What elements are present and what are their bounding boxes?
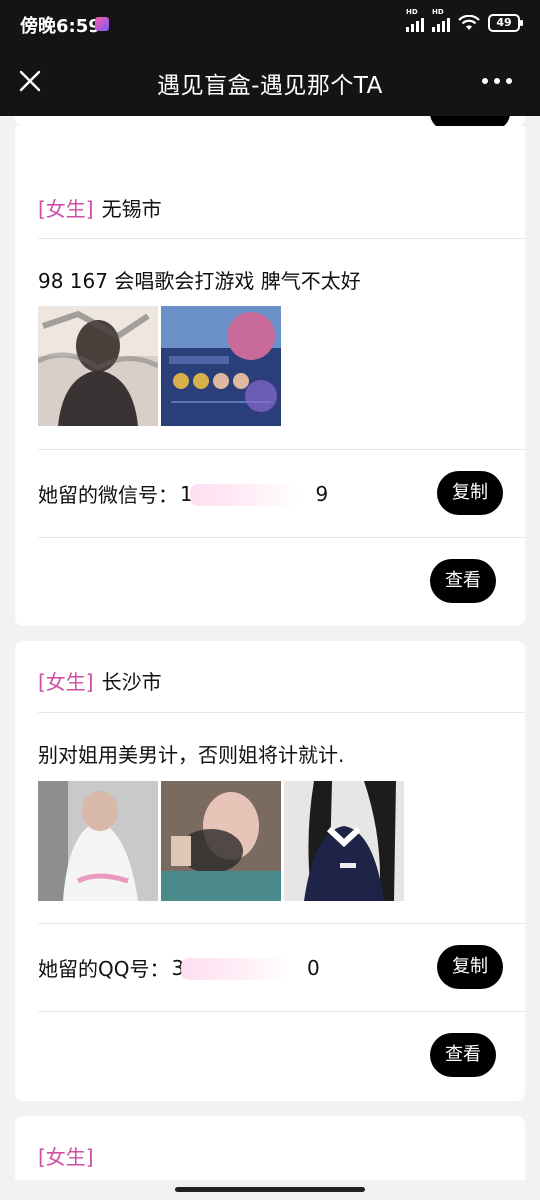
contact-id-masked: 3 0 (171, 955, 320, 980)
divider (38, 537, 525, 538)
card-description: 别对姐用美男计，否则姐将计就计. (38, 743, 345, 767)
photo-thumbnail[interactable] (38, 781, 158, 901)
contact-info: 她留的微信号： 1 9 (38, 479, 328, 508)
divider (38, 1011, 525, 1012)
card-location: [女生] (38, 1141, 94, 1170)
divider (38, 238, 525, 239)
redaction-mask (190, 483, 300, 506)
city-label: 无锡市 (101, 197, 162, 221)
contact-label: 她留的QQ号： (38, 957, 170, 981)
photo-thumbnail[interactable] (161, 306, 281, 426)
profile-card: [女生] 长沙市 别对姐用美男计，否则姐将计就计. 她留的QQ号： 3 0 复制… (15, 641, 525, 1101)
contact-label: 她留的微信号： (38, 483, 178, 507)
contact-visible-end: 9 (315, 481, 329, 506)
wifi-icon (458, 15, 480, 30)
card-location: [女生] 无锡市 (38, 193, 162, 222)
card-description: 98 167 会唱歌会打游戏 脾气不太好 (38, 269, 361, 293)
redaction-mask (181, 957, 292, 980)
home-indicator[interactable] (175, 1187, 365, 1192)
contact-info: 她留的QQ号： 3 0 (38, 953, 320, 982)
contact-id-masked: 1 9 (180, 482, 328, 506)
photo-thumbnail[interactable] (161, 781, 281, 901)
photo-gallery (38, 781, 404, 901)
app-notification-icon (95, 17, 109, 31)
nav-header: 遇见盲盒-遇见那个TA (0, 48, 540, 116)
copy-button[interactable]: 复制 (437, 945, 503, 989)
profile-card: [女生] 无锡市 98 167 会唱歌会打游戏 脾气不太好 她留的微信号： 1 … (15, 126, 525, 626)
divider (38, 923, 525, 924)
contact-visible-end: 0 (306, 955, 320, 980)
card-location: [女生] 长沙市 (38, 666, 162, 695)
battery-icon: 49 (488, 14, 523, 32)
view-button[interactable]: 查看 (430, 1033, 496, 1077)
feed[interactable]: [女生] 无锡市 98 167 会唱歌会打游戏 脾气不太好 她留的微信号： 1 … (0, 116, 540, 1180)
gender-tag: [女生] (38, 670, 94, 694)
signal-icon: HD (406, 8, 424, 32)
card-previous (15, 116, 525, 130)
network-type-label: HD (406, 8, 418, 16)
status-icons: HD HD 49 (406, 8, 523, 33)
status-time: 傍晚6:59 (20, 16, 101, 37)
city-label: 长沙市 (101, 670, 162, 694)
more-options-icon[interactable] (482, 78, 512, 84)
photo-gallery (38, 306, 281, 426)
gender-tag: [女生] (38, 1145, 94, 1169)
divider (38, 449, 525, 450)
divider (38, 712, 525, 713)
gender-tag: [女生] (38, 197, 94, 221)
photo-thumbnail[interactable] (38, 306, 158, 426)
view-button[interactable]: 查看 (430, 559, 496, 603)
page-title: 遇见盲盒-遇见那个TA (157, 73, 383, 99)
network-type-label: HD (432, 8, 444, 16)
profile-card: [女生] (15, 1116, 525, 1180)
copy-button[interactable]: 复制 (437, 471, 503, 515)
signal-icon: HD (432, 8, 450, 32)
photo-thumbnail[interactable] (284, 781, 404, 901)
status-bar: 傍晚6:59 HD HD 49 (0, 0, 540, 48)
